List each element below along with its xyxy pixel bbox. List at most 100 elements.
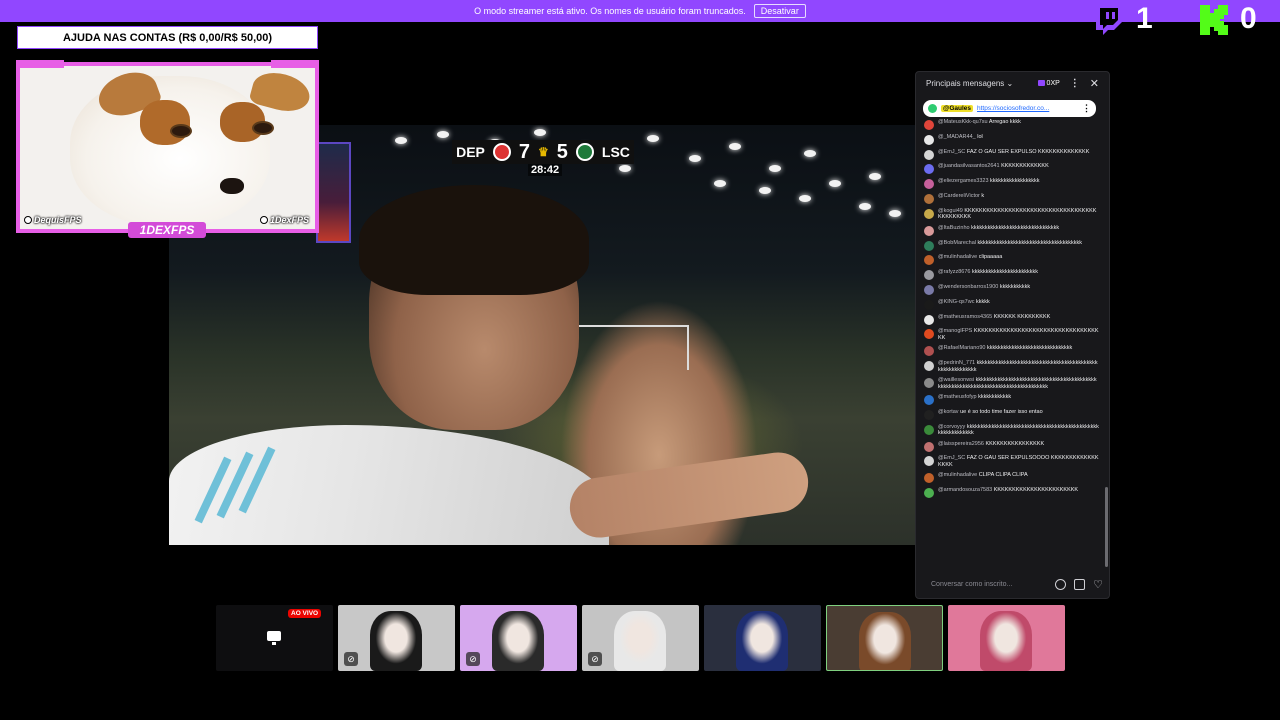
user-avatar[interactable] bbox=[924, 488, 934, 499]
user-avatar[interactable] bbox=[924, 149, 934, 160]
xp-badge[interactable]: 0XP bbox=[1037, 80, 1060, 87]
pinned-more-icon[interactable]: ⋮ bbox=[1082, 103, 1091, 114]
chat-username[interactable]: @BobMarechal bbox=[938, 240, 976, 246]
match-clock: 28:42 bbox=[528, 164, 563, 176]
chat-username[interactable]: @EmJ_SC bbox=[938, 149, 965, 155]
user-avatar[interactable] bbox=[924, 473, 934, 484]
user-avatar[interactable] bbox=[924, 255, 934, 266]
chat-username[interactable]: @_MADAR44_ bbox=[938, 134, 976, 140]
chat-message[interactable]: @armandosouza7583 KKKKKKKKKKKKKKKKKKKKKK… bbox=[924, 487, 1099, 499]
chat-message[interactable]: @manoglFPS KKKKKKKKKKKKKKKKKKKKKKKKKKKKK… bbox=[924, 328, 1099, 341]
screen-share-tile[interactable]: AO VIVO bbox=[216, 605, 333, 671]
user-avatar[interactable] bbox=[924, 441, 934, 452]
chat-username[interactable]: @eliezergames3323 bbox=[938, 178, 989, 184]
chat-scrollbar[interactable] bbox=[1105, 487, 1108, 567]
chat-message[interactable]: @matheusfofyp kkkkkkkkkkkk bbox=[924, 394, 1099, 406]
chat-username[interactable]: @CardereliVictor bbox=[938, 193, 980, 199]
chat-username[interactable]: @laisspereira2956 bbox=[938, 441, 984, 447]
chat-message[interactable]: @eliezergames3323 kkkkkkkkkkkkkkkkkk bbox=[924, 178, 1099, 190]
chat-message[interactable]: @corvoyyy kkkkkkkkkkkkkkkkkkkkkkkkkkkkkk… bbox=[924, 424, 1099, 437]
chat-username[interactable]: @mulinhadalive bbox=[938, 472, 977, 478]
user-avatar[interactable] bbox=[924, 424, 934, 435]
chat-message[interactable]: @EmJ_SC FAZ O GAU SER EXPULSO KKKKKKKKKK… bbox=[924, 149, 1099, 160]
chat-message[interactable]: @_MADAR44_ lol bbox=[924, 134, 1099, 145]
channel-points-icon[interactable] bbox=[1074, 578, 1086, 590]
chat-message[interactable]: @kortav ue é so todo time fazer isso ent… bbox=[924, 409, 1099, 420]
chat-message[interactable]: @waillesonwsi kkkkkkkkkkkkkkkkkkkkkkkkkk… bbox=[924, 377, 1099, 390]
chat-message[interactable]: @mulinhadalive clipaaaaa bbox=[924, 254, 1099, 266]
user-avatar[interactable] bbox=[924, 361, 934, 372]
chat-message[interactable]: @laisspereira2956 KKKKKKKKKKKKKKKK bbox=[924, 441, 1099, 452]
user-avatar[interactable] bbox=[924, 329, 934, 340]
chat-mode-dropdown[interactable]: Principais mensagens ⌄ bbox=[926, 79, 1038, 88]
chat-username[interactable]: @kortav bbox=[938, 409, 959, 415]
chat-username[interactable]: @KING-qs7wc bbox=[938, 299, 974, 305]
chat-username[interactable]: @wendersonbarros1900 bbox=[938, 284, 998, 290]
chat-username[interactable]: @juandasilvasantos2641 bbox=[938, 163, 1000, 169]
chat-message[interactable]: @matheusramos4365 KKKKKK KKKKKKKKK bbox=[924, 314, 1099, 325]
pinned-link[interactable]: https://sociosofredor.co... bbox=[977, 105, 1078, 112]
participant-avatar bbox=[859, 612, 911, 670]
chat-username[interactable]: @rafyzz8676 bbox=[938, 269, 971, 275]
close-icon[interactable]: ✕ bbox=[1090, 77, 1099, 90]
user-avatar[interactable] bbox=[924, 225, 934, 236]
user-avatar[interactable] bbox=[924, 456, 934, 467]
user-avatar[interactable] bbox=[924, 134, 934, 145]
participant-tile[interactable]: ⊘ bbox=[582, 605, 699, 671]
participant-tile[interactable] bbox=[704, 605, 821, 671]
user-avatar[interactable] bbox=[924, 395, 934, 406]
user-avatar[interactable] bbox=[924, 378, 934, 389]
chat-message-list: @MateusKkk-qu7su Arregao kkkk @_MADAR44_ … bbox=[924, 119, 1099, 569]
chat-message[interactable]: @RafaelMariano90 kkkkkkkkkkkkkkkkkkkkkkk… bbox=[924, 345, 1099, 357]
user-avatar[interactable] bbox=[924, 270, 934, 281]
participant-tile[interactable] bbox=[826, 605, 943, 671]
more-options-icon[interactable]: ⋮ bbox=[1070, 78, 1080, 89]
user-avatar[interactable] bbox=[924, 179, 934, 190]
chat-message[interactable]: @kogui49 KKKKKKKKKKKKKKKKKKKKKKKKKKKKKKK… bbox=[924, 208, 1099, 221]
heart-icon[interactable]: ♡ bbox=[1093, 578, 1103, 591]
chat-message[interactable]: @rafyzz8676 kkkkkkkkkkkkkkkkkkkkkkkk bbox=[924, 269, 1099, 281]
chat-message[interactable]: @MateusKkk-qu7su Arregao kkkk bbox=[924, 119, 1099, 130]
chat-message[interactable]: @pedrinN_771 kkkkkkkkkkkkkkkkkkkkkkkkkkk… bbox=[924, 360, 1099, 373]
chat-message[interactable]: @wendersonbarros1900 kkkkkkkkkkk bbox=[924, 284, 1099, 295]
chat-message[interactable]: @KING-qs7wc kkkkk bbox=[924, 299, 1099, 310]
chat-message[interactable]: @CardereliVictor k bbox=[924, 193, 1099, 204]
pinned-message[interactable]: @Gaules https://sociosofredor.co... ⋮ bbox=[923, 100, 1096, 117]
chat-username[interactable]: @ItaBuzinho bbox=[938, 225, 970, 231]
chat-message[interactable]: @BobMarechal kkkkkkkkkkkkkkkkkkkkkkkkkkk… bbox=[924, 240, 1099, 251]
user-avatar[interactable] bbox=[924, 314, 934, 325]
user-avatar[interactable] bbox=[924, 409, 934, 420]
user-avatar[interactable] bbox=[924, 208, 934, 219]
chat-username[interactable]: @waillesonwsi bbox=[938, 377, 974, 383]
chat-username[interactable]: @mulinhadalive bbox=[938, 254, 977, 260]
user-avatar[interactable] bbox=[924, 120, 934, 130]
chat-username[interactable]: @MateusKkk-qu7su bbox=[938, 119, 988, 125]
disable-streamer-mode-button[interactable]: Desativar bbox=[753, 4, 806, 18]
stream-layout: O modo streamer está ativo. Os nomes de … bbox=[0, 0, 1280, 720]
user-avatar[interactable] bbox=[924, 240, 934, 251]
chat-message[interactable]: @ItaBuzinho kkkkkkkkkkkkkkkkkkkkkkkkkkkk… bbox=[924, 225, 1099, 236]
user-avatar[interactable] bbox=[924, 193, 934, 204]
chat-message[interactable]: @mulinhadalive CLIPA CLIPA CLIPA bbox=[924, 472, 1099, 484]
chat-username[interactable]: @matheusramos4365 bbox=[938, 314, 992, 320]
chat-username[interactable]: @kogui49 bbox=[938, 208, 963, 214]
chat-message[interactable]: @juandasilvasantos2641 KKKKKKKKKKKKK bbox=[924, 163, 1099, 175]
chat-username[interactable]: @matheusfofyp bbox=[938, 394, 977, 400]
chat-username[interactable]: @RafaelMariano90 bbox=[938, 345, 985, 351]
participant-tile[interactable] bbox=[948, 605, 1065, 671]
user-avatar[interactable] bbox=[924, 284, 934, 295]
participant-tile[interactable]: ⊘ bbox=[460, 605, 577, 671]
emoji-icon[interactable] bbox=[1055, 578, 1067, 590]
chat-username[interactable]: @armandosouza7583 bbox=[938, 487, 992, 493]
chat-text: KKKKKKKKKKKKKKKK bbox=[983, 440, 1045, 447]
participant-tile[interactable]: ⊘ bbox=[338, 605, 455, 671]
chat-username[interactable]: @corvoyyy bbox=[938, 424, 965, 430]
chat-input[interactable]: Conversar como inscrito... ♡ bbox=[923, 574, 1103, 594]
user-avatar[interactable] bbox=[924, 346, 934, 357]
chat-username[interactable]: @pedrinN_771 bbox=[938, 360, 975, 366]
chat-username[interactable]: @EmJ_SC bbox=[938, 455, 965, 461]
user-avatar[interactable] bbox=[924, 299, 934, 310]
chat-message[interactable]: @EmJ_SC FAZ O GAU SER EXPULSOOOO KKKKKKK… bbox=[924, 455, 1099, 468]
user-avatar[interactable] bbox=[924, 164, 934, 175]
chat-username[interactable]: @manoglFPS bbox=[938, 328, 972, 334]
